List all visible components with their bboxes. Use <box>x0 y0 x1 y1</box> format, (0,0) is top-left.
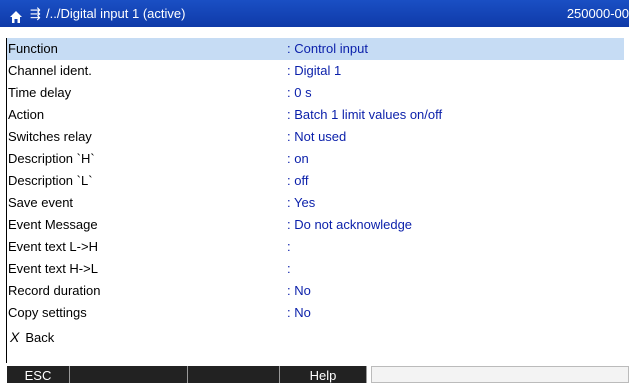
list-item-value: : 0 s <box>287 85 312 100</box>
settings-list: Function : Control input Channel ident. … <box>6 38 624 363</box>
list-item-value: : off <box>287 173 309 188</box>
list-item-label: Switches relay <box>8 129 92 144</box>
softkey-2[interactable] <box>70 366 188 383</box>
list-item-label: Record duration <box>8 283 101 298</box>
list-item-value: : Do not acknowledge <box>287 217 413 232</box>
list-item-label: Channel ident. <box>8 63 92 78</box>
list-item-label: Description `L` <box>8 173 93 188</box>
softkey-esc[interactable]: ESC <box>7 366 70 383</box>
list-item-time-delay[interactable]: Time delay : 0 s <box>7 82 624 104</box>
list-item-value: : No <box>287 305 311 320</box>
softkey-help[interactable]: Help <box>280 366 367 383</box>
home-icon[interactable] <box>9 6 23 23</box>
list-item-event-text-l-h[interactable]: Event text L->H : <box>7 236 624 258</box>
list-item-label: Event text H->L <box>8 261 98 276</box>
back-button[interactable]: X Back <box>7 326 624 348</box>
softkey-bar: ESC Help <box>0 366 629 383</box>
list-item-value: : on <box>287 151 309 166</box>
softkey-3[interactable] <box>188 366 280 383</box>
list-item-value: : Control input <box>287 41 368 56</box>
device-screen: ⇶ /../Digital input 1 (active) 250000-00… <box>0 0 629 383</box>
list-item-label: Function <box>8 41 58 56</box>
title-bar: ⇶ /../Digital input 1 (active) 250000-00 <box>0 0 629 27</box>
list-item-save-event[interactable]: Save event : Yes <box>7 192 624 214</box>
list-item-function[interactable]: Function : Control input <box>7 38 624 60</box>
list-item-value: : <box>287 261 291 276</box>
device-id: 250000-00 <box>566 6 629 21</box>
list-item-value: : <box>287 239 291 254</box>
list-item-label: Time delay <box>8 85 72 100</box>
list-item-label: Copy settings <box>8 305 87 320</box>
list-item-value: : Not used <box>287 129 347 144</box>
list-item-label: Description `H` <box>8 151 95 166</box>
back-x-icon: X <box>10 329 20 345</box>
list-item-action[interactable]: Action : Batch 1 limit values on/off <box>7 104 624 126</box>
breadcrumb-path: /../Digital input 1 (active) <box>46 6 186 21</box>
back-label: Back <box>25 330 55 345</box>
list-item-channel-ident[interactable]: Channel ident. : Digital 1 <box>7 60 624 82</box>
list-item-switches-relay[interactable]: Switches relay : Not used <box>7 126 624 148</box>
list-item-label: Event text L->H <box>8 239 98 254</box>
list-item-copy-settings[interactable]: Copy settings : No <box>7 302 624 324</box>
list-item-label: Action <box>8 107 45 122</box>
navigation-path-icon: ⇶ <box>30 6 41 21</box>
list-item-description-l[interactable]: Description `L` : off <box>7 170 624 192</box>
softkey-5[interactable] <box>371 366 629 383</box>
list-item-description-h[interactable]: Description `H` : on <box>7 148 624 170</box>
list-item-label: Save event <box>8 195 74 210</box>
list-item-value: : No <box>287 283 311 298</box>
list-item-event-message[interactable]: Event Message : Do not acknowledge <box>7 214 624 236</box>
list-item-label: Event Message <box>8 217 98 232</box>
list-item-event-text-h-l[interactable]: Event text H->L : <box>7 258 624 280</box>
list-item-value: : Digital 1 <box>287 63 342 78</box>
list-item-value: : Batch 1 limit values on/off <box>287 107 443 122</box>
list-item-value: : Yes <box>287 195 316 210</box>
list-item-record-duration[interactable]: Record duration : No <box>7 280 624 302</box>
